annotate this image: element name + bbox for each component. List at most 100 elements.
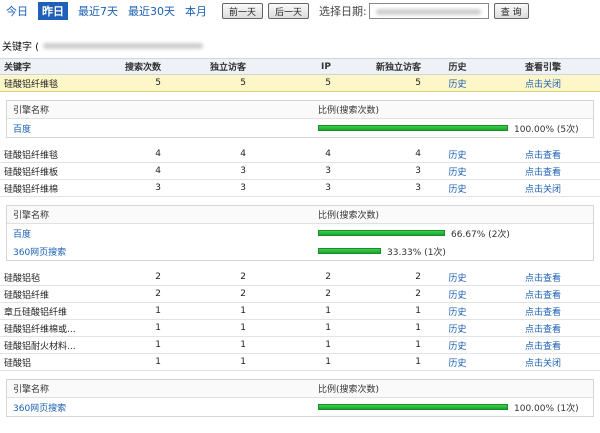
ip-cell: 1: [325, 323, 331, 333]
table-row: 硅酸铝纤维毯 5 5 5 5 历史 点击关闭: [0, 75, 600, 92]
history-link[interactable]: 历史: [425, 271, 490, 284]
toggle-engine-link[interactable]: 点击查看: [490, 271, 596, 284]
ip-cell: 2: [325, 272, 331, 282]
keyword-cell: 硅酸铝纤维毯: [4, 79, 59, 90]
toggle-engine-link[interactable]: 点击关闭: [490, 356, 596, 369]
history-link[interactable]: 历史: [425, 77, 490, 90]
ratio-bar: [318, 404, 508, 410]
keyword-cell: 硅酸铝: [4, 358, 32, 369]
ratio-label: 100.00% (1次): [514, 403, 579, 414]
new-visitors-cell: 2: [415, 272, 421, 282]
table-row: 硅酸铝纤维板 4 3 3 3 历史 点击查看: [0, 163, 600, 180]
history-link[interactable]: 历史: [425, 322, 490, 335]
engine-table-header: 引擎名称 比例(搜索次数): [7, 101, 593, 119]
engine-name-header: 引擎名称: [13, 385, 50, 395]
engine-table: 引擎名称 比例(搜索次数) 百度 66.67% (2次) 360网页搜索 33.33% (…: [6, 205, 594, 261]
table-row: 硅酸铝纤维 2 2 2 2 历史 点击查看: [0, 286, 600, 303]
searches-cell: 4: [155, 166, 161, 176]
visitors-cell: 3: [240, 183, 246, 193]
ratio-bar: [318, 230, 445, 236]
range-today-link[interactable]: 今日: [6, 3, 28, 19]
engine-row: 百度 100.00% (5次): [7, 119, 593, 137]
table-row: 硅酸铝纤维棉 3 3 3 3 历史 点击关闭: [0, 180, 600, 197]
history-link[interactable]: 历史: [425, 182, 490, 195]
ip-cell: 5: [325, 78, 331, 88]
searches-cell: 1: [155, 306, 161, 316]
toggle-engine-link[interactable]: 点击查看: [490, 305, 596, 318]
column-header: 关键字: [4, 63, 32, 73]
toggle-engine-link[interactable]: 点击查看: [490, 165, 596, 178]
searches-cell: 1: [155, 340, 161, 350]
redacted-date-range: [43, 42, 204, 49]
range-yesterday-link[interactable]: 昨日: [38, 2, 68, 20]
column-header: 搜索次数: [124, 63, 161, 73]
new-visitors-cell: 4: [415, 149, 421, 159]
keyword-table: 关键字 搜索次数 独立访客 IP 新独立访客 历史 查看引擎 硅酸铝纤维毯 5 5 5 5 历史 点击关闭…: [0, 58, 600, 425]
new-visitors-cell: 3: [415, 183, 421, 193]
visitors-cell: 5: [240, 78, 246, 88]
visitors-cell: 3: [240, 166, 246, 176]
history-link[interactable]: 历史: [425, 148, 490, 161]
visitors-cell: 1: [240, 323, 246, 333]
column-header: 独立访客: [209, 63, 246, 73]
engine-name-link[interactable]: 360网页搜索: [7, 401, 312, 414]
engine-ratio-cell: 33.33% (1次): [312, 245, 594, 258]
engine-ratio-cell: 100.00% (1次): [312, 401, 594, 414]
prev-day-button[interactable]: 前一天: [222, 3, 264, 19]
history-link[interactable]: 历史: [425, 356, 490, 369]
history-link[interactable]: 历史: [425, 305, 490, 318]
engine-name-header: 引擎名称: [13, 211, 50, 221]
ip-cell: 1: [325, 340, 331, 350]
ratio-label: 66.67% (2次): [451, 229, 510, 240]
section-title: 关键字 (: [2, 38, 204, 53]
toggle-engine-link[interactable]: 点击查看: [490, 288, 596, 301]
ip-cell: 3: [325, 166, 331, 176]
engine-ratio-header: 比例(搜索次数): [318, 211, 380, 221]
searches-cell: 1: [155, 323, 161, 333]
range-last7-link[interactable]: 最近7天: [78, 3, 118, 19]
column-header: 查看引擎: [524, 63, 561, 73]
redacted-date: [375, 9, 481, 15]
toggle-engine-link[interactable]: 点击查看: [490, 339, 596, 352]
column-header: IP: [321, 61, 331, 72]
date-range-toolbar: 今日 昨日 最近7天 最近30天 本月 前一天 后一天 选择日期: 查 询: [0, 0, 600, 22]
engine-ratio-header: 比例(搜索次数): [318, 385, 380, 395]
toggle-engine-link[interactable]: 点击关闭: [490, 182, 596, 195]
engine-name-link[interactable]: 360网页搜索: [7, 245, 312, 258]
searches-cell: 2: [155, 289, 161, 299]
toggle-engine-link[interactable]: 点击查看: [490, 148, 596, 161]
engine-ratio-header: 比例(搜索次数): [318, 106, 380, 116]
ratio-label: 33.33% (1次): [387, 247, 446, 258]
history-link[interactable]: 历史: [425, 288, 490, 301]
history-link[interactable]: 历史: [425, 165, 490, 178]
engine-ratio-cell: 100.00% (5次): [312, 122, 594, 135]
keyword-cell: 硅酸铝纤维: [4, 290, 50, 301]
toggle-engine-link[interactable]: 点击查看: [490, 322, 596, 335]
new-visitors-cell: 3: [415, 166, 421, 176]
date-input[interactable]: [368, 3, 489, 19]
visitors-cell: 4: [240, 149, 246, 159]
table-row: 硅酸铝纤维棉或... 1 1 1 1 历史 点击查看: [0, 320, 600, 337]
ip-cell: 1: [325, 306, 331, 316]
next-day-button[interactable]: 后一天: [268, 3, 310, 19]
searches-cell: 3: [155, 183, 161, 193]
toggle-engine-link[interactable]: 点击关闭: [490, 77, 596, 90]
visitors-cell: 1: [240, 306, 246, 316]
new-visitors-cell: 5: [415, 78, 421, 88]
ip-cell: 1: [325, 357, 331, 367]
engine-name-header: 引擎名称: [13, 106, 50, 116]
visitors-cell: 1: [240, 357, 246, 367]
history-link[interactable]: 历史: [425, 339, 490, 352]
engine-name-link[interactable]: 百度: [7, 227, 312, 240]
engine-name-link[interactable]: 百度: [7, 122, 312, 135]
visitors-cell: 2: [240, 289, 246, 299]
new-visitors-cell: 1: [415, 357, 421, 367]
range-this-month-link[interactable]: 本月: [185, 3, 207, 19]
query-button[interactable]: 查 询: [493, 3, 529, 19]
range-last30-link[interactable]: 最近30天: [128, 3, 175, 19]
searches-cell: 1: [155, 357, 161, 367]
